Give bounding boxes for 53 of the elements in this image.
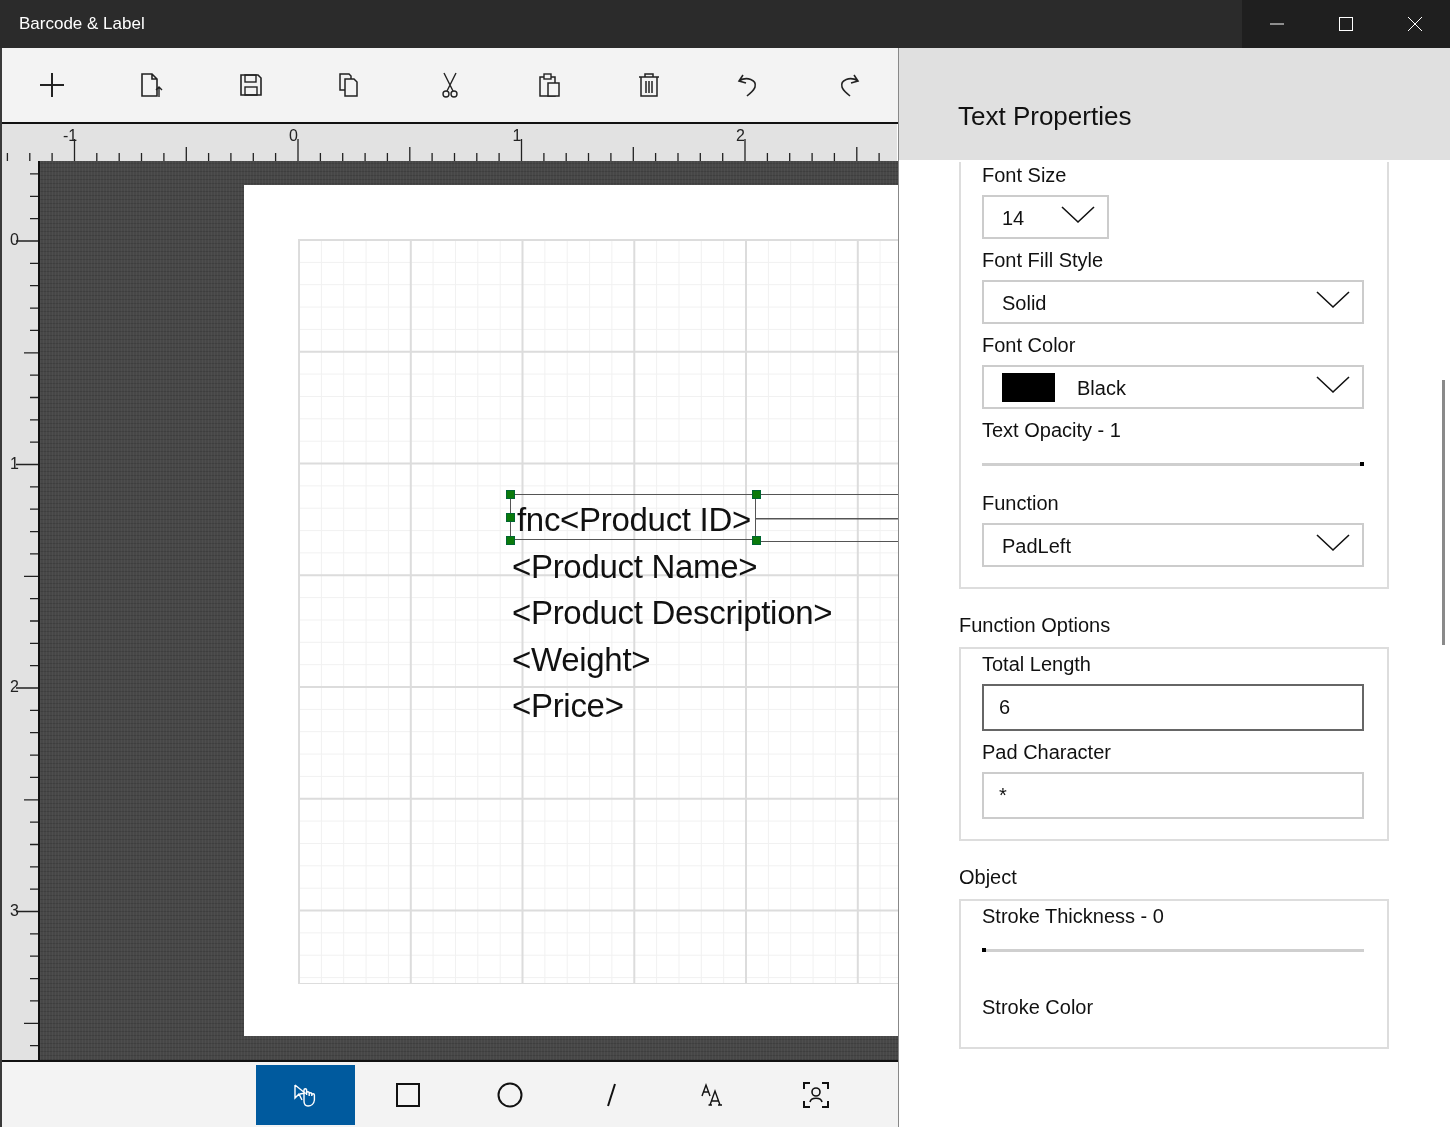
field-label: Pad Character — [982, 740, 1112, 765]
label-text[interactable]: <Price> — [512, 683, 624, 730]
field-label: Font Size — [982, 163, 1068, 188]
field-label: Stroke Thickness - 0 — [982, 904, 1165, 929]
resize-handle[interactable] — [506, 513, 515, 522]
chevron-down-icon — [1316, 376, 1350, 394]
slider-thumb[interactable] — [1360, 462, 1364, 466]
pointer-tool[interactable] — [256, 1065, 355, 1125]
label-text[interactable]: <Product Name> — [512, 543, 758, 590]
resize-handle[interactable] — [752, 490, 761, 499]
field-label: Stroke Color — [982, 995, 1095, 1020]
ruler-label: 2 — [736, 127, 745, 145]
window-title: Barcode & Label — [19, 14, 145, 34]
minimize-icon — [1268, 23, 1285, 25]
label-text[interactable]: fnc<Product ID> — [517, 497, 751, 544]
close-icon — [1406, 16, 1423, 32]
slider-thumb[interactable] — [982, 948, 986, 952]
label-text[interactable]: <Product Description> — [512, 590, 833, 637]
plus-icon — [37, 71, 66, 99]
resize-handle[interactable] — [506, 490, 515, 499]
dropdown[interactable]: Solid — [982, 280, 1364, 324]
field-label: Function — [982, 491, 1060, 516]
ruler-label: 2 — [10, 678, 19, 696]
chevron-down-icon — [1316, 534, 1350, 552]
chevron-down-icon — [1061, 206, 1095, 224]
ruler-label: 1 — [512, 127, 522, 145]
panel-title: Text Properties — [958, 100, 1132, 132]
label-text[interactable]: <Weight> — [512, 636, 651, 683]
dropdown[interactable]: PadLeft — [982, 523, 1364, 567]
field-label: Text Opacity - 1 — [982, 418, 1122, 443]
maximize-icon — [1337, 16, 1354, 32]
field-label: Font Color — [982, 333, 1077, 358]
text-input[interactable]: 6 — [982, 684, 1364, 731]
ruler-label: 3 — [10, 901, 19, 920]
person-frame-icon — [801, 1081, 830, 1109]
color-dropdown[interactable]: Black — [982, 365, 1364, 409]
ruler-label: 0 — [10, 231, 19, 249]
resize-handle[interactable] — [506, 536, 515, 545]
dropdown[interactable]: 14 — [982, 195, 1109, 239]
ruler-label: 1 — [10, 454, 19, 473]
section-heading: Object — [959, 865, 1018, 889]
resize-handle[interactable] — [752, 536, 761, 545]
ruler-label: 0 — [289, 127, 298, 145]
ruler-label: -1 — [62, 127, 78, 145]
circle-icon — [495, 1081, 524, 1109]
section-heading: Function Options — [959, 613, 1112, 637]
text-input[interactable]: * — [982, 772, 1364, 819]
chevron-down-icon — [1316, 291, 1350, 309]
field-label: Font Fill Style — [982, 248, 1105, 273]
scrollbar[interactable] — [1442, 380, 1445, 645]
field-label: Total Length — [982, 652, 1092, 677]
square-icon — [393, 1081, 422, 1109]
line-icon — [607, 1083, 616, 1107]
